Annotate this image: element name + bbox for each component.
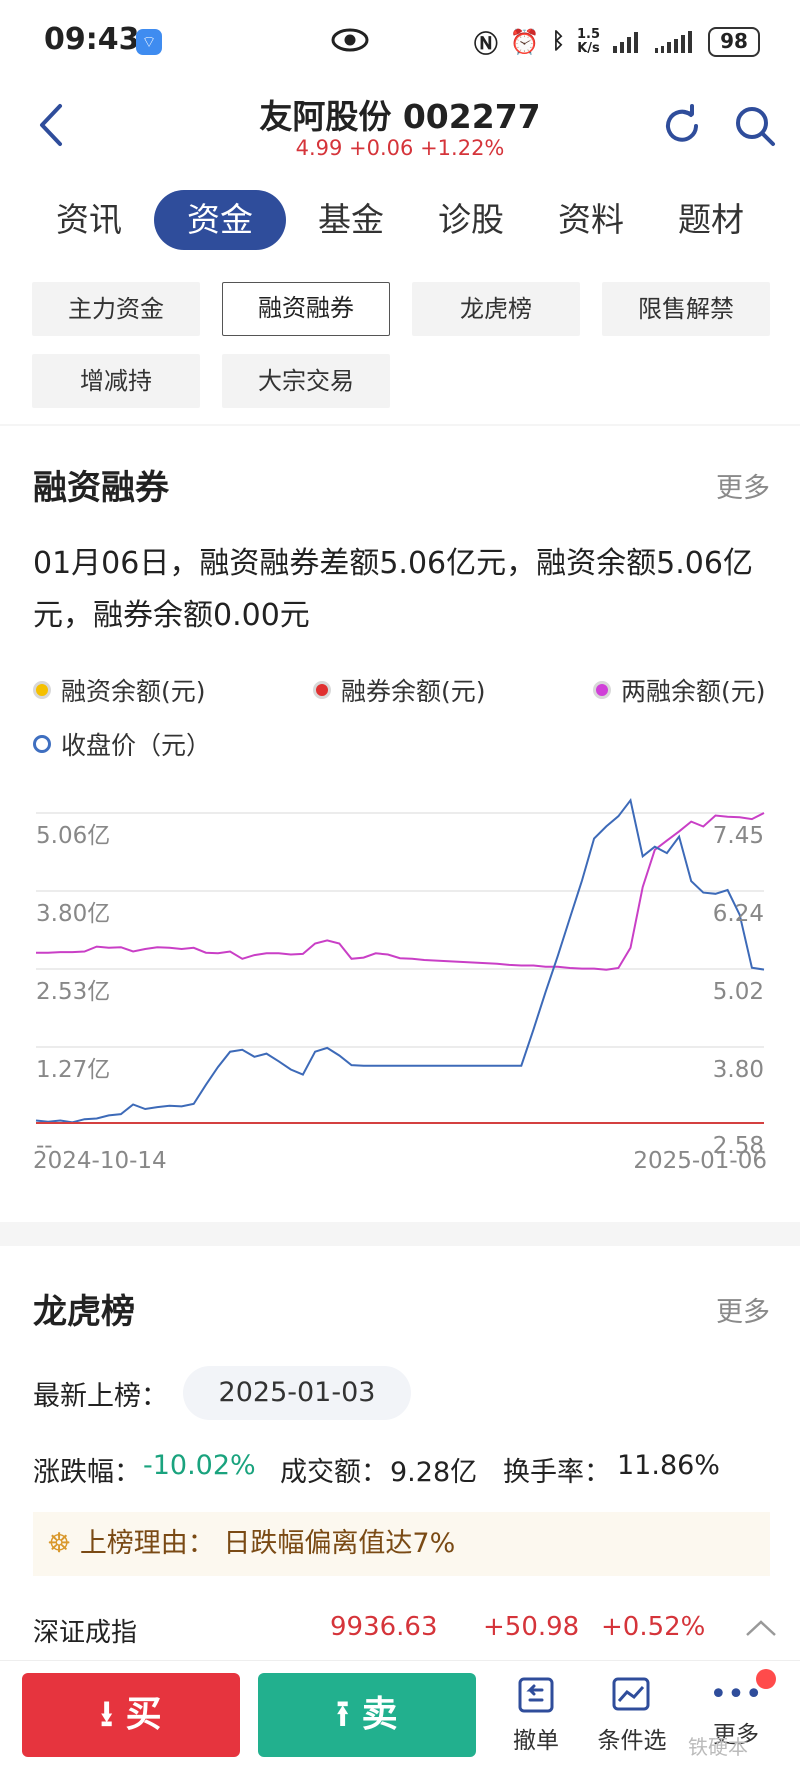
legend-financing[interactable]: 融资余额(元) (33, 672, 206, 708)
index-pct: +0.52% (601, 1612, 706, 1642)
subtab-margin[interactable]: 融资融券 (222, 282, 390, 336)
tab-fund[interactable]: 基金 (306, 190, 396, 250)
legend-dot-icon (593, 681, 611, 699)
right-axis-tick: 3.80 (713, 1057, 764, 1083)
cancel-order-icon (518, 1677, 554, 1713)
right-axis-tick: 7.45 (713, 823, 764, 849)
bottom-trade-bar: ⭳ 买 ⭱ 卖 撤单 条件选 ••• 更多 铁硬本 (0, 1660, 800, 1768)
cancel-order-button[interactable]: 撤单 (496, 1675, 576, 1755)
tab-diagnosis[interactable]: 诊股 (426, 190, 516, 250)
refresh-icon[interactable] (660, 104, 704, 148)
left-axis-tick: 2.53亿 (36, 979, 110, 1005)
margin-chart[interactable]: 5.06亿3.80亿2.53亿1.27亿--7.456.245.023.802.… (0, 790, 800, 1180)
notification-dot (756, 1669, 776, 1689)
nfc-icon: Ⓝ (473, 30, 498, 58)
index-value: 9936.63 (330, 1612, 438, 1642)
index-change: +50.98 (483, 1612, 580, 1642)
legend-close-price[interactable]: 收盘价（元） (33, 726, 211, 762)
search-icon[interactable] (733, 104, 777, 148)
section-divider (0, 1222, 800, 1246)
reason-label: 上榜理由： (79, 1528, 215, 1559)
legend-dot-icon (33, 735, 51, 753)
margin-summary: 01月06日，融资融券差额5.06亿元，融资余额5.06亿元，融券余额0.00元 (33, 546, 753, 633)
wifi-icon: ⌔ (136, 29, 162, 55)
watermark: 铁硬本 (688, 1735, 748, 1759)
status-bar: 09:43 ⌔ Ⓝ ⏰ ᛒ 1.5 K/s 98 (0, 0, 800, 80)
latest-label: 最新上榜： (33, 1381, 168, 1412)
alarm-icon: ⏰ (509, 27, 540, 56)
sell-arrow-icon: ⭱ (336, 1694, 350, 1735)
signal-icon (613, 31, 638, 53)
divider (0, 424, 800, 426)
condition-chart-icon (612, 1677, 650, 1711)
signal-icon-2 (655, 30, 692, 53)
index-ticker[interactable]: 深证成指 9936.63 +50.98 +0.52% (0, 1600, 800, 1656)
change-label: 涨跌幅： (33, 1457, 141, 1488)
turnover-value: 11.86% (617, 1450, 720, 1481)
left-axis-tick: 1.27亿 (36, 1057, 110, 1083)
legend-total-margin[interactable]: 两融余额(元) (593, 672, 766, 708)
subtab-dragon-tiger[interactable]: 龙虎榜 (412, 282, 580, 336)
subtab-block-trade[interactable]: 大宗交易 (222, 354, 390, 408)
stock-header: 友阿股份 002277 4.99 +0.06 +1.22% (0, 80, 800, 180)
buy-button[interactable]: ⭳ 买 (22, 1673, 240, 1757)
x-axis-end-label: 2025-01-06 (633, 1148, 767, 1174)
margin-section-title: 融资融券 (33, 468, 169, 508)
latest-date-pill[interactable]: 2025-01-03 (183, 1366, 411, 1420)
amount-value: 9.28亿 (390, 1457, 478, 1488)
reason-value: 日跌幅偏离值达7% (223, 1528, 456, 1559)
right-axis-tick: 5.02 (713, 979, 764, 1005)
bluetooth-icon: ᛒ (551, 29, 565, 54)
medal-icon: ☸ (47, 1528, 72, 1559)
margin-more-link[interactable]: 更多 (716, 466, 770, 505)
status-icons: Ⓝ ⏰ ᛒ 1.5 K/s 98 (474, 24, 760, 59)
left-axis-tick: 3.80亿 (36, 901, 110, 927)
subtab-lockup[interactable]: 限售解禁 (602, 282, 770, 336)
tab-theme[interactable]: 题材 (666, 190, 756, 250)
battery-icon: 98 (708, 26, 760, 57)
condition-select-button[interactable]: 条件选 (592, 1675, 672, 1755)
dragon-section-title: 龙虎榜 (33, 1292, 135, 1332)
reason-box: ☸ 上榜理由： 日跌幅偏离值达7% (33, 1512, 770, 1576)
eye-icon (331, 28, 369, 52)
change-value: -10.02% (143, 1450, 256, 1481)
network-speed: 1.5 K/s (576, 26, 600, 56)
subtab-holdings-change[interactable]: 增减持 (32, 354, 200, 408)
x-axis-start-label: 2024-10-14 (33, 1148, 167, 1174)
legend-securities-lending[interactable]: 融券余额(元) (313, 672, 486, 708)
main-tabs: 资讯 资金 基金 诊股 资料 题材 (0, 190, 800, 250)
sell-button[interactable]: ⭱ 卖 (258, 1673, 476, 1757)
right-axis-tick: 6.24 (713, 901, 764, 927)
legend-dot-icon (33, 681, 51, 699)
dragon-more-link[interactable]: 更多 (716, 1290, 770, 1329)
amount-label: 成交额： (280, 1457, 388, 1488)
legend-dot-icon (313, 681, 331, 699)
buy-arrow-icon: ⭳ (100, 1694, 114, 1735)
chevron-up-icon[interactable] (744, 1618, 778, 1638)
status-time: 09:43 (44, 22, 140, 57)
tab-news[interactable]: 资讯 (44, 190, 134, 250)
tab-capital[interactable]: 资金 (154, 190, 286, 250)
subtab-main-capital[interactable]: 主力资金 (32, 282, 200, 336)
turnover-label: 换手率： (503, 1457, 611, 1488)
tab-profile[interactable]: 资料 (546, 190, 636, 250)
left-axis-tick: 5.06亿 (36, 823, 110, 849)
index-name: 深证成指 (33, 1618, 138, 1648)
